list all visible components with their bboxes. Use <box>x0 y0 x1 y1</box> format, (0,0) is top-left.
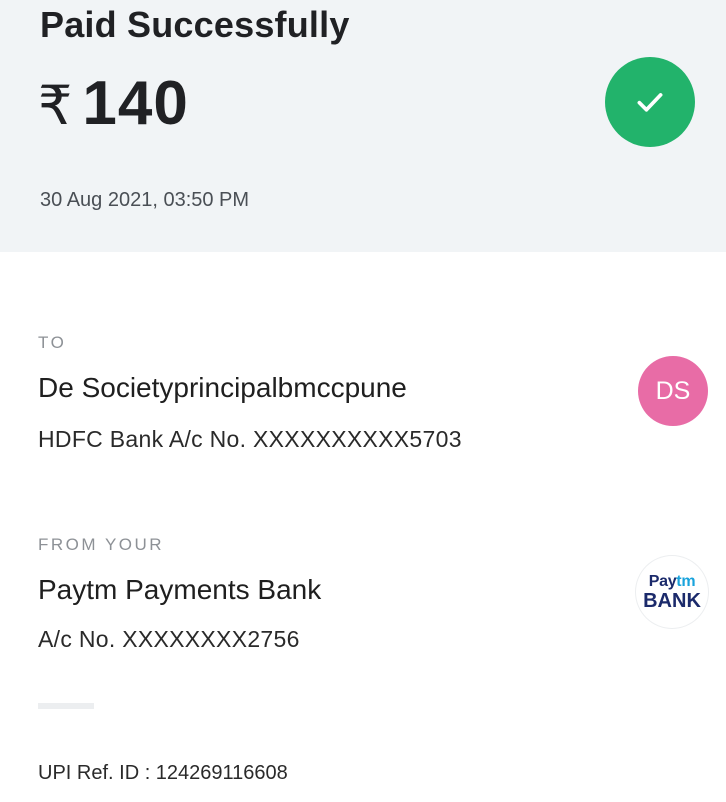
payment-status-header: Paid Successfully ₹ 140 30 Aug 2021, 03:… <box>0 0 726 252</box>
logo-bank-text: BANK <box>643 589 701 612</box>
to-label: TO <box>38 333 67 352</box>
recipient-avatar[interactable]: DS <box>638 356 708 426</box>
check-glyph <box>637 93 663 112</box>
divider <box>38 703 94 709</box>
amount-value: 140 <box>82 69 189 138</box>
paytm-bank-logo[interactable]: Paytm BANK <box>636 556 708 628</box>
from-label: FROM YOUR <box>38 535 165 554</box>
upi-reference-id[interactable]: UPI Ref. ID : 124269116608 <box>38 762 288 785</box>
transaction-timestamp: 30 Aug 2021, 03:50 PM <box>40 189 250 211</box>
logo-top-text: Paytm <box>648 572 696 590</box>
logo-pay: Pay <box>648 572 677 590</box>
status-title: Paid Successfully <box>40 4 350 45</box>
recipient-account: HDFC Bank A/c No. XXXXXXXXXX5703 <box>38 426 462 452</box>
avatar-initials: DS <box>655 376 691 405</box>
recipient-name: De Societyprincipalbmccpune <box>38 372 407 403</box>
sender-account: A/c No. XXXXXXXX2756 <box>38 626 300 652</box>
logo-tm: tm <box>676 572 696 590</box>
check-icon <box>605 57 695 147</box>
currency-symbol: ₹ <box>38 76 73 136</box>
sender-bank-name: Paytm Payments Bank <box>38 574 322 605</box>
amount-display: ₹ 140 <box>38 68 189 139</box>
